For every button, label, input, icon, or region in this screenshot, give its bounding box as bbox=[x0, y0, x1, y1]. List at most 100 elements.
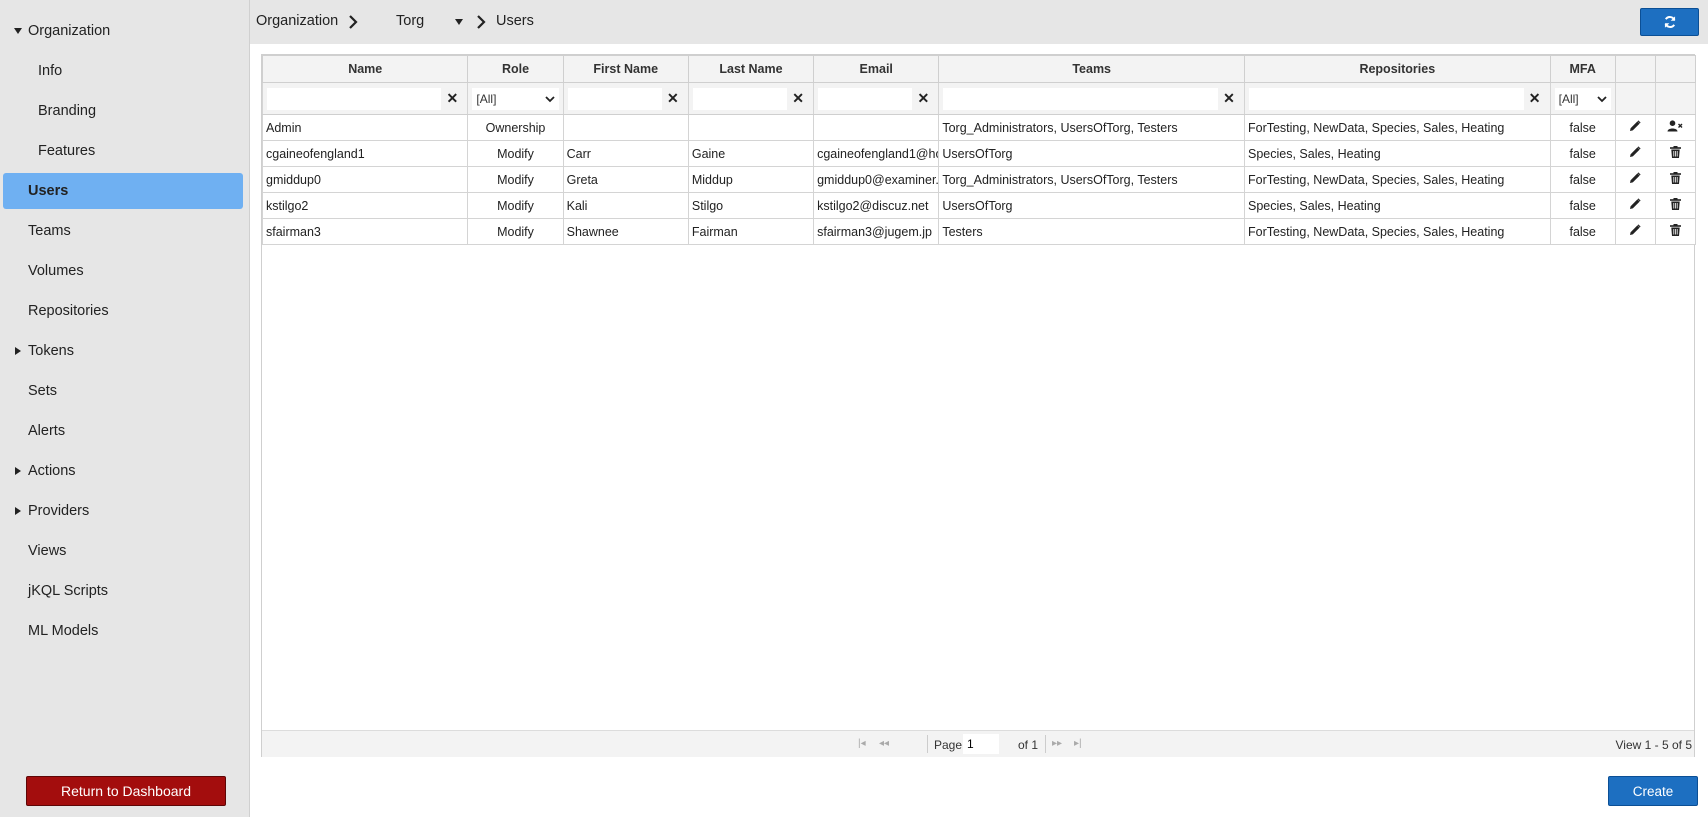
view-info: View 1 - 5 of 5 bbox=[1615, 738, 1693, 752]
column-header-mfa[interactable]: MFA bbox=[1549, 55, 1616, 83]
first-name-filter-input[interactable] bbox=[567, 87, 662, 110]
column-header-teams[interactable]: Teams bbox=[938, 55, 1245, 83]
sidebar-item-volumes[interactable]: Volumes bbox=[3, 253, 243, 289]
cell-repositories: ForTesting, NewData, Species, Sales, Hea… bbox=[1243, 166, 1551, 193]
dropdown-arrow-icon bbox=[455, 19, 463, 25]
cell-last-name: Fairman bbox=[687, 218, 815, 245]
trash-icon[interactable] bbox=[1669, 198, 1681, 210]
clear-icon[interactable]: ✕ bbox=[441, 90, 463, 107]
sidebar-item-sets[interactable]: Sets bbox=[3, 373, 243, 409]
column-header-name[interactable]: Name bbox=[261, 55, 469, 83]
last-name-filter-input[interactable] bbox=[692, 87, 788, 110]
refresh-button[interactable] bbox=[1640, 8, 1699, 36]
repositories-filter-input[interactable] bbox=[1248, 87, 1524, 110]
cell-last-name bbox=[687, 114, 815, 141]
table-row[interactable]: cgaineofengland1 Modify Carr Gaine cgain… bbox=[261, 140, 1697, 167]
sidebar-item-tokens[interactable]: Tokens bbox=[3, 333, 243, 369]
pencil-icon[interactable] bbox=[1629, 146, 1641, 158]
cell-name: gmiddup0 bbox=[261, 166, 469, 193]
sidebar-item-label: Organization bbox=[28, 23, 111, 39]
sidebar-item-views[interactable]: Views bbox=[3, 533, 243, 569]
clear-icon[interactable]: ✕ bbox=[662, 90, 684, 107]
next-page-icon[interactable]: ▸▸ bbox=[1052, 738, 1062, 749]
cell-teams: UsersOfTorg bbox=[938, 192, 1245, 219]
cell-teams: UsersOfTorg bbox=[938, 140, 1245, 167]
sidebar-item-label: Actions bbox=[28, 463, 76, 479]
sidebar: Organization Info Branding Features User… bbox=[0, 0, 250, 817]
cell-mfa: false bbox=[1549, 166, 1616, 193]
sidebar-item-label: Views bbox=[28, 543, 67, 559]
breadcrumb-current-page: Users bbox=[496, 13, 534, 29]
clear-icon[interactable]: ✕ bbox=[912, 90, 934, 107]
sidebar-item-providers[interactable]: Providers bbox=[3, 493, 243, 529]
sidebar-item-branding[interactable]: Branding bbox=[3, 93, 243, 129]
pencil-icon[interactable] bbox=[1629, 120, 1641, 132]
name-filter-input[interactable] bbox=[267, 87, 442, 110]
first-page-icon[interactable]: |◂ bbox=[858, 738, 866, 749]
sidebar-item-organization[interactable]: Organization bbox=[3, 13, 243, 49]
sidebar-item-label: Features bbox=[38, 143, 96, 159]
sidebar-item-info[interactable]: Info bbox=[3, 53, 243, 89]
cell-teams: Torg_Administrators, UsersOfTorg, Tester… bbox=[938, 166, 1245, 193]
email-filter-input[interactable] bbox=[818, 87, 913, 110]
last-page-icon[interactable]: ▸| bbox=[1074, 738, 1082, 749]
cell-role: Modify bbox=[467, 166, 564, 193]
role-filter-select[interactable]: [All] bbox=[472, 87, 559, 110]
page-label: Page bbox=[934, 738, 963, 752]
trash-icon[interactable] bbox=[1669, 172, 1681, 184]
sidebar-item-actions[interactable]: Actions bbox=[3, 453, 243, 489]
chevron-right-icon bbox=[349, 15, 358, 29]
clear-icon[interactable]: ✕ bbox=[1524, 90, 1546, 107]
users-table: Name Role First Name Last Name Email Tea… bbox=[261, 55, 1697, 245]
cell-mfa: false bbox=[1549, 140, 1616, 167]
sidebar-item-label: Teams bbox=[28, 223, 71, 239]
sidebar-item-users[interactable]: Users bbox=[3, 173, 243, 209]
mfa-filter-select[interactable]: [All] bbox=[1554, 87, 1611, 110]
org-select[interactable]: Torg bbox=[396, 11, 466, 33]
cell-last-name: Stilgo bbox=[687, 192, 815, 219]
pencil-icon[interactable] bbox=[1629, 198, 1641, 210]
cell-teams: Testers bbox=[938, 218, 1245, 245]
table-row[interactable]: kstilgo2 Modify Kali Stilgo kstilgo2@dis… bbox=[261, 192, 1697, 219]
chevron-down-icon bbox=[1597, 95, 1607, 102]
breadcrumb-organization[interactable]: Organization bbox=[256, 13, 338, 29]
sidebar-item-repositories[interactable]: Repositories bbox=[3, 293, 243, 329]
sidebar-item-teams[interactable]: Teams bbox=[3, 213, 243, 249]
users-grid: Name Role First Name Last Name Email Tea… bbox=[261, 54, 1697, 757]
sidebar-item-ml-models[interactable]: ML Models bbox=[3, 613, 243, 649]
column-header-repositories[interactable]: Repositories bbox=[1243, 55, 1551, 83]
cell-first-name: Carr bbox=[562, 140, 689, 167]
cell-repositories: Species, Sales, Heating bbox=[1243, 140, 1551, 167]
trash-icon[interactable] bbox=[1669, 224, 1681, 236]
filter-row: ✕ [All] ✕ ✕ ✕ ✕ ✕ [All] bbox=[261, 82, 1697, 115]
table-row[interactable]: sfairman3 Modify Shawnee Fairman sfairma… bbox=[261, 218, 1697, 245]
prev-page-icon[interactable]: ◂◂ bbox=[879, 738, 889, 749]
sidebar-item-jkql-scripts[interactable]: jKQL Scripts bbox=[3, 573, 243, 609]
main-content: Name Role First Name Last Name Email Tea… bbox=[250, 44, 1708, 817]
teams-filter-input[interactable] bbox=[943, 87, 1218, 110]
refresh-icon bbox=[1664, 16, 1675, 28]
table-row[interactable]: gmiddup0 Modify Greta Middup gmiddup0@ex… bbox=[261, 166, 1697, 193]
column-header-last-name[interactable]: Last Name bbox=[687, 55, 815, 83]
cell-first-name: Shawnee bbox=[562, 218, 689, 245]
sidebar-item-label: Users bbox=[28, 183, 69, 199]
clear-icon[interactable]: ✕ bbox=[1218, 90, 1240, 107]
cell-mfa: false bbox=[1549, 218, 1616, 245]
remove-user-icon[interactable] bbox=[1667, 120, 1683, 132]
column-header-role[interactable]: Role bbox=[467, 55, 564, 83]
sidebar-item-alerts[interactable]: Alerts bbox=[3, 413, 243, 449]
pencil-icon[interactable] bbox=[1629, 172, 1641, 184]
return-to-dashboard-button[interactable]: Return to Dashboard bbox=[26, 776, 226, 806]
column-header-email[interactable]: Email bbox=[813, 55, 940, 83]
sidebar-item-label: Repositories bbox=[28, 303, 109, 319]
pencil-icon[interactable] bbox=[1629, 224, 1641, 236]
table-row[interactable]: Admin Ownership Torg_Administrators, Use… bbox=[261, 114, 1697, 141]
cell-mfa: false bbox=[1549, 192, 1616, 219]
clear-icon[interactable]: ✕ bbox=[787, 90, 809, 107]
sidebar-item-features[interactable]: Features bbox=[3, 133, 243, 169]
page-number-input[interactable] bbox=[963, 734, 999, 754]
sidebar-item-label: Tokens bbox=[28, 343, 74, 359]
column-header-first-name[interactable]: First Name bbox=[562, 55, 689, 83]
create-button[interactable]: Create bbox=[1608, 776, 1698, 806]
trash-icon[interactable] bbox=[1669, 146, 1681, 158]
